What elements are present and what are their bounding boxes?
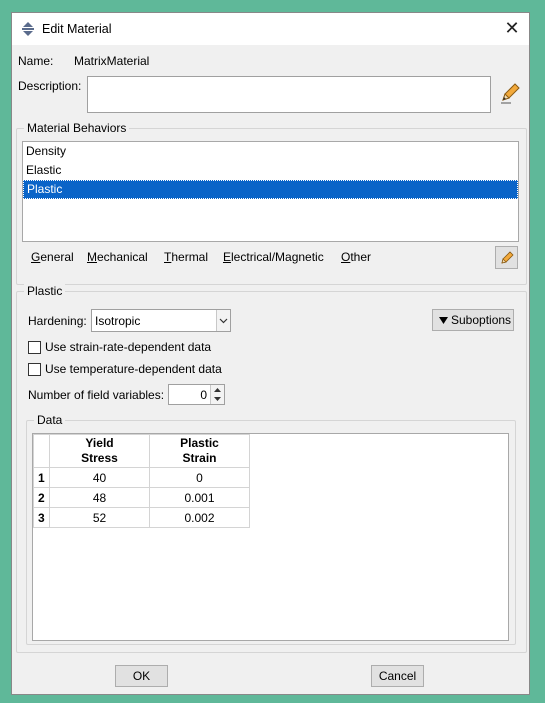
description-label: Description: bbox=[18, 79, 82, 93]
close-icon[interactable]: ✕ bbox=[501, 17, 523, 39]
row-header[interactable]: 3 bbox=[33, 507, 50, 528]
edit-material-dialog: Edit Material ✕ Name: MatrixMaterial Des… bbox=[11, 12, 530, 695]
cancel-button[interactable]: Cancel bbox=[371, 665, 424, 687]
row-header[interactable]: 1 bbox=[33, 467, 50, 488]
menu-thermal[interactable]: Thermal bbox=[164, 250, 208, 264]
strain-rate-checkbox[interactable] bbox=[28, 341, 41, 354]
yield-stress-header[interactable]: Yield Stress bbox=[49, 434, 150, 468]
table-row: 2 48 0.001 bbox=[33, 487, 250, 508]
temperature-label[interactable]: Use temperature-dependent data bbox=[45, 362, 222, 376]
window-title: Edit Material bbox=[42, 22, 112, 36]
plastic-strain-cell[interactable]: 0.002 bbox=[149, 507, 250, 528]
strain-rate-label[interactable]: Use strain-rate-dependent data bbox=[45, 340, 211, 354]
chevron-up-icon[interactable] bbox=[214, 388, 221, 392]
data-title: Data bbox=[34, 413, 66, 427]
app-logo-icon bbox=[22, 22, 34, 36]
triangle-down-icon bbox=[439, 317, 448, 324]
behaviors-menu-bar: General Mechanical Thermal Electrical/Ma… bbox=[21, 245, 501, 269]
field-variables-spinner[interactable]: 0 bbox=[168, 384, 225, 405]
menu-mechanical[interactable]: Mechanical bbox=[87, 250, 148, 264]
list-item[interactable]: Density bbox=[23, 142, 518, 161]
list-item[interactable]: Plastic bbox=[23, 180, 518, 199]
edit-behavior-button[interactable] bbox=[495, 246, 518, 269]
pencil-icon bbox=[501, 251, 514, 264]
ok-button[interactable]: OK bbox=[115, 665, 168, 687]
menu-other[interactable]: Other bbox=[341, 250, 371, 264]
pencil-icon[interactable] bbox=[499, 83, 521, 105]
data-table-area[interactable]: Yield Stress Plastic Strain 1 40 0 2 48 0.… bbox=[32, 433, 509, 641]
corner-header bbox=[33, 434, 50, 468]
hardening-value: Isotropic bbox=[95, 314, 141, 328]
hardening-select[interactable]: Isotropic bbox=[91, 309, 231, 332]
material-name: MatrixMaterial bbox=[74, 54, 150, 68]
data-table: Yield Stress Plastic Strain 1 40 0 2 48 0.… bbox=[33, 434, 250, 528]
chevron-down-icon[interactable] bbox=[216, 310, 230, 331]
menu-electrical-magnetic[interactable]: Electrical/Magnetic bbox=[223, 250, 324, 264]
hardening-label: Hardening: bbox=[28, 314, 87, 328]
table-row: 1 40 0 bbox=[33, 467, 250, 488]
suboptions-button[interactable]: Suboptions bbox=[432, 309, 514, 331]
yield-stress-cell[interactable]: 52 bbox=[49, 507, 150, 528]
material-behaviors-title: Material Behaviors bbox=[24, 121, 130, 135]
menu-general[interactable]: General bbox=[31, 250, 74, 264]
yield-stress-cell[interactable]: 48 bbox=[49, 487, 150, 508]
plastic-strain-cell[interactable]: 0 bbox=[149, 467, 250, 488]
table-row: 3 52 0.002 bbox=[33, 507, 250, 528]
list-item[interactable]: Elastic bbox=[23, 161, 518, 180]
yield-stress-cell[interactable]: 40 bbox=[49, 467, 150, 488]
field-variables-value: 0 bbox=[200, 388, 207, 402]
temperature-checkbox[interactable] bbox=[28, 363, 41, 376]
row-header[interactable]: 2 bbox=[33, 487, 50, 508]
plastic-strain-header[interactable]: Plastic Strain bbox=[149, 434, 250, 468]
plastic-title: Plastic bbox=[24, 284, 66, 298]
chevron-down-icon[interactable] bbox=[214, 397, 221, 401]
suboptions-label: Suboptions bbox=[451, 313, 512, 327]
name-label: Name: bbox=[18, 54, 54, 68]
spinner-arrows[interactable] bbox=[210, 385, 224, 404]
behaviors-list[interactable]: Density Elastic Plastic bbox=[22, 141, 519, 242]
field-variables-label: Number of field variables: bbox=[28, 388, 165, 402]
title-bar[interactable]: Edit Material ✕ bbox=[12, 13, 529, 45]
description-field[interactable] bbox=[87, 76, 491, 113]
plastic-strain-cell[interactable]: 0.001 bbox=[149, 487, 250, 508]
